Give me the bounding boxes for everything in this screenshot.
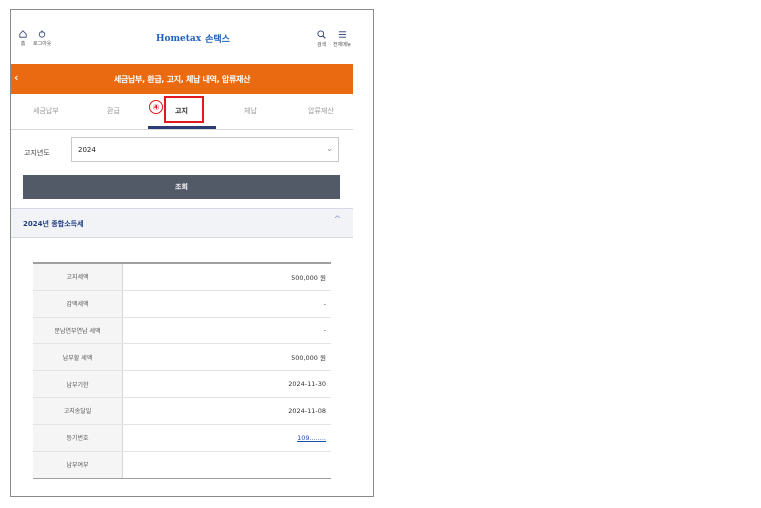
year-select[interactable]: 2024 ⌄: [71, 137, 339, 162]
mobile-screen: 홈 로그아웃 Hometax 손택스 검색 전체메뉴 ‹ 세금납부, 환급, 고…: [10, 9, 374, 497]
row-value: 500,000 원: [291, 354, 326, 363]
row-label: 납부할 세액: [33, 344, 123, 371]
year-select-value: 2024: [78, 145, 96, 154]
step-number-badge: ④: [149, 100, 163, 114]
home-icon: [19, 30, 27, 38]
table-row: 분납연부연납 세액 -: [33, 317, 331, 345]
search-submit-button[interactable]: 조회: [23, 175, 340, 199]
row-value: 2024-11-30: [288, 380, 326, 389]
tab-arrears[interactable]: 체납: [244, 106, 257, 116]
tab-refund[interactable]: 환급: [107, 106, 120, 116]
row-value: -: [323, 326, 326, 335]
notice-detail-table: 고지세액 500,000 원 감액세액 - 분납연부연납 세액 - 납부할 세액…: [33, 262, 331, 480]
search-label: 검색: [317, 42, 327, 48]
logo-text: 손택스: [205, 35, 230, 45]
search-icon: [317, 30, 326, 39]
row-label: 고지송달일: [33, 397, 123, 424]
row-label: 감액세액: [33, 290, 123, 317]
menu-button[interactable]: 전체메뉴: [333, 30, 351, 48]
power-icon: [39, 30, 46, 38]
table-row: 납부기한 2024-11-30: [33, 371, 331, 398]
active-tab-indicator: [148, 126, 216, 129]
page-title-bar: ‹ 세금납부, 환급, 고지, 체납 내역, 압류재산: [11, 64, 353, 94]
table-row: 고지세액 500,000 원: [33, 264, 331, 291]
top-bar: 홈 로그아웃 Hometax 손택스 검색 전체메뉴: [11, 10, 373, 62]
registration-number-link[interactable]: 109........: [123, 425, 331, 451]
section-title: 2024년 종합소득세: [23, 220, 84, 228]
table-row: 납부여부: [33, 451, 331, 479]
logout-label: 로그아웃: [33, 41, 52, 47]
table-row: 등기번호 109........: [33, 424, 331, 452]
row-label: 등기번호: [33, 424, 123, 451]
row-label: 고지세액: [33, 264, 123, 290]
search-button[interactable]: 검색: [317, 30, 326, 48]
tab-seized-property[interactable]: 압류재산: [308, 106, 334, 116]
hamburger-menu-icon: [338, 31, 346, 38]
table-row: 감액세액 -: [33, 290, 331, 318]
row-value: 2024-11-08: [288, 406, 326, 415]
home-button[interactable]: 홈: [19, 30, 27, 47]
chevron-up-icon[interactable]: ^: [333, 215, 341, 225]
tab-payment[interactable]: 세금납부: [33, 106, 59, 116]
year-label: 고지년도: [24, 149, 50, 157]
menu-label: 전체메뉴: [333, 42, 352, 48]
table-row: 납부할 세액 500,000 원: [33, 344, 331, 372]
back-arrow-icon[interactable]: ‹: [14, 71, 19, 84]
table-row: 고지송달일 2024-11-08: [33, 397, 331, 425]
row-label: 납부기한: [33, 371, 123, 397]
row-value: 500,000 원: [291, 273, 326, 282]
tab-highlight-box: [164, 96, 204, 123]
home-label: 홈: [20, 41, 26, 47]
page-title: 세금납부, 환급, 고지, 체납 내역, 압류재산: [113, 74, 251, 84]
row-value: -: [323, 299, 326, 308]
tax-section-header[interactable]: 2024년 종합소득세 ^: [11, 208, 353, 238]
row-label: 분납연부연납 세액: [33, 317, 123, 344]
row-value: [123, 452, 331, 479]
row-label: 납부여부: [33, 451, 123, 479]
sontax-logo[interactable]: Hometax 손택스: [156, 32, 230, 46]
chevron-down-icon: ⌄: [326, 144, 333, 153]
hometax-logo-mark: Hometax: [156, 33, 202, 44]
logout-button[interactable]: 로그아웃: [33, 30, 51, 47]
